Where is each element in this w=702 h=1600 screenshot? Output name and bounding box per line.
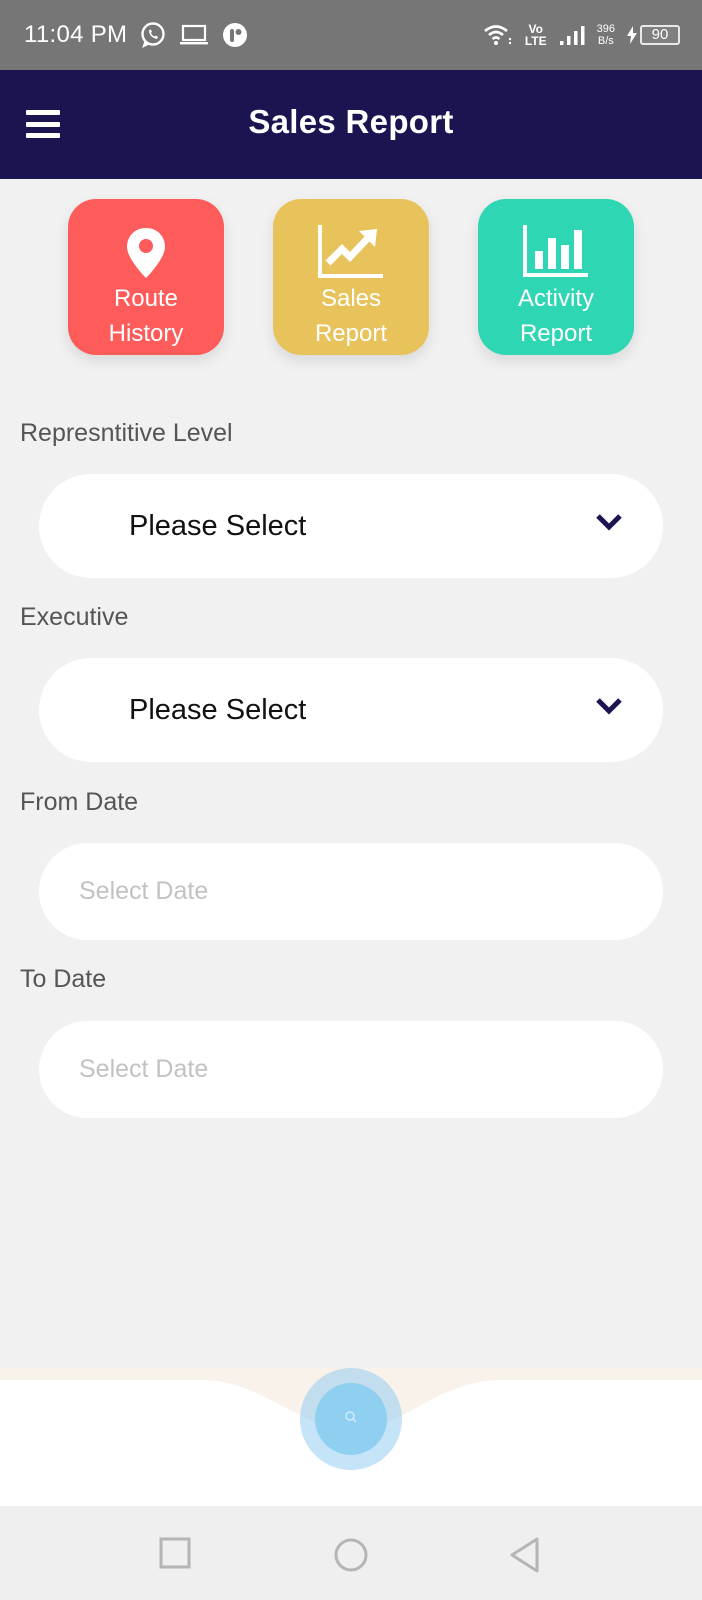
recents-square-icon[interactable]: [158, 1536, 192, 1575]
tile-label: Activity Report: [518, 281, 594, 351]
battery-level: 90: [640, 25, 680, 45]
executive-dropdown[interactable]: Please Select: [39, 658, 663, 762]
report-tiles: Route History Sales Report Activity Repo…: [68, 199, 634, 355]
trending-chart-icon: [317, 221, 385, 279]
from-date-input[interactable]: [79, 877, 663, 906]
status-right: Vo LTE 396 B/s 90: [483, 23, 680, 47]
charging-bolt-icon: [627, 26, 637, 44]
tile-label-line1: Sales: [320, 285, 382, 312]
status-time: 11:04 PM: [24, 21, 128, 48]
chevron-down-icon: [595, 512, 623, 537]
net-speed: 396 B/s: [597, 23, 615, 47]
search-fab-button[interactable]: [300, 1368, 402, 1470]
activity-report-tile[interactable]: Activity Report: [478, 199, 634, 355]
tile-label-line2: History: [108, 320, 184, 347]
status-left: 11:04 PM: [24, 21, 249, 49]
tile-label: Sales Report: [315, 281, 387, 351]
net-speed-unit: B/s: [597, 35, 614, 47]
whatsapp-icon: [139, 21, 167, 49]
fab-inner: [315, 1383, 387, 1455]
hamburger-menu-icon[interactable]: [26, 110, 60, 138]
laptop-icon: [179, 23, 209, 47]
from-date-label: From Date: [20, 788, 139, 816]
route-history-tile[interactable]: Route History: [68, 199, 224, 355]
page-title: Sales Report: [248, 102, 454, 140]
volte-indicator: Vo LTE: [525, 23, 547, 47]
net-speed-value: 396: [596, 23, 615, 35]
representative-level-dropdown[interactable]: Please Select: [39, 474, 663, 578]
tile-label-line2: Report: [314, 320, 388, 347]
tile-label-line2: Report: [519, 320, 593, 347]
from-date-field-wrapper: [39, 843, 663, 940]
sales-report-tile[interactable]: Sales Report: [273, 199, 429, 355]
executive-value: Please Select: [129, 693, 307, 726]
chevron-down-icon: [595, 696, 623, 721]
tile-label-line1: Route: [113, 285, 179, 312]
signal-icon: [559, 24, 585, 46]
volte-bottom: LTE: [524, 34, 547, 48]
status-bar: 11:04 PM Vo LTE 396 B/s 90: [0, 0, 702, 70]
wifi-icon: [483, 23, 513, 47]
to-date-field-wrapper: [39, 1021, 663, 1118]
executive-label: Executive: [20, 603, 129, 631]
representative-level-value: Please Select: [129, 509, 307, 542]
home-circle-icon[interactable]: [332, 1536, 370, 1579]
location-pin-icon: [126, 221, 166, 279]
app-notification-icon: [221, 21, 249, 49]
app-bar: Sales Report: [0, 70, 702, 179]
tile-label: Route History: [109, 281, 184, 351]
to-date-label: To Date: [20, 965, 107, 993]
tile-label-line1: Activity: [517, 285, 594, 312]
search-icon: [344, 1410, 358, 1429]
system-nav-bar: [0, 1506, 702, 1600]
battery-indicator: 90: [627, 25, 680, 45]
to-date-input[interactable]: [79, 1055, 663, 1084]
bar-chart-icon: [522, 221, 590, 279]
representative-level-label: Represntitive Level: [20, 419, 233, 447]
back-triangle-icon[interactable]: [508, 1536, 542, 1579]
